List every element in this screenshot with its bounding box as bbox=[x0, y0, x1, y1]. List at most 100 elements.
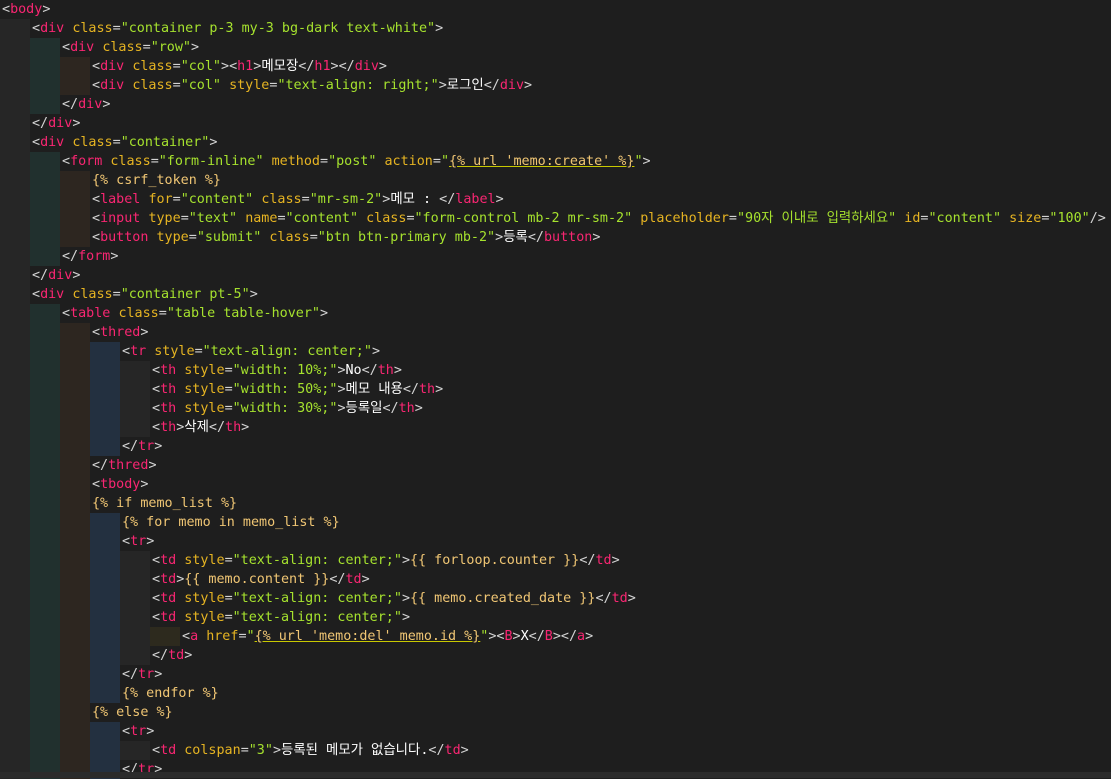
indent-guide bbox=[30, 57, 60, 76]
indent-guide bbox=[30, 38, 60, 57]
indent-guide bbox=[30, 532, 60, 551]
indent-guide bbox=[90, 570, 120, 589]
indent-guide bbox=[0, 209, 30, 228]
indent-guide bbox=[0, 665, 30, 684]
code-line-text: <th style="width: 10%;">No</th> bbox=[152, 363, 402, 378]
code-line-text: <div class="row"> bbox=[62, 40, 200, 55]
indent-guide bbox=[30, 228, 60, 247]
code-line[interactable]: </div> bbox=[0, 95, 1111, 114]
code-line[interactable]: <td>{{ memo.content }}</td> bbox=[0, 570, 1111, 589]
indent-guide bbox=[0, 304, 30, 323]
code-line[interactable]: {% else %} bbox=[0, 703, 1111, 722]
indent-guide bbox=[60, 171, 90, 190]
code-line-text: <div class="container pt-5"> bbox=[32, 287, 258, 302]
code-line[interactable]: {% if memo_list %} bbox=[0, 494, 1111, 513]
code-line[interactable]: <th style="width: 30%;">등록일</th> bbox=[0, 399, 1111, 418]
indent-guide bbox=[0, 741, 30, 760]
indent-guide bbox=[90, 532, 120, 551]
indent-guide bbox=[60, 76, 90, 95]
indent-guide bbox=[120, 646, 150, 665]
code-line[interactable]: <body> bbox=[0, 0, 1111, 19]
code-line[interactable]: <div class="container p-3 my-3 bg-dark t… bbox=[0, 19, 1111, 38]
indent-guide bbox=[30, 437, 60, 456]
code-line[interactable]: {% for memo in memo_list %} bbox=[0, 513, 1111, 532]
code-line[interactable]: <input type="text" name="content" class=… bbox=[0, 209, 1111, 228]
indent-guide bbox=[30, 703, 60, 722]
code-line[interactable]: <td colspan="3">등록된 메모가 없습니다.</td> bbox=[0, 741, 1111, 760]
code-line[interactable]: <div class="container"> bbox=[0, 133, 1111, 152]
code-line-text: <tr> bbox=[122, 534, 155, 549]
code-line-text: <div class="col"><h1>메모장</h1></div> bbox=[92, 59, 387, 74]
code-line-text: <tbody> bbox=[92, 477, 149, 492]
indent-guide bbox=[60, 703, 90, 722]
indent-guide bbox=[30, 399, 60, 418]
indent-guide bbox=[0, 266, 30, 285]
code-line-text: <td style="text-align: center;">{{ forlo… bbox=[152, 553, 620, 568]
code-line[interactable]: <tr> bbox=[0, 532, 1111, 551]
editor-bottom-scrollbar[interactable] bbox=[0, 772, 1111, 778]
code-line[interactable]: <tr style="text-align: center;"> bbox=[0, 342, 1111, 361]
indent-guide bbox=[0, 418, 30, 437]
code-line-text: </div> bbox=[62, 97, 111, 112]
code-line[interactable]: {% csrf_token %} bbox=[0, 171, 1111, 190]
code-line[interactable]: <th>삭제</th> bbox=[0, 418, 1111, 437]
code-line[interactable]: </thred> bbox=[0, 456, 1111, 475]
code-line[interactable]: <div class="row"> bbox=[0, 38, 1111, 57]
code-line[interactable]: <button type="submit" class="btn btn-pri… bbox=[0, 228, 1111, 247]
code-line[interactable]: <div class="col"><h1>메모장</h1></div> bbox=[0, 57, 1111, 76]
indent-guide bbox=[90, 646, 120, 665]
code-line[interactable]: </form> bbox=[0, 247, 1111, 266]
code-line[interactable]: <div class="container pt-5"> bbox=[0, 285, 1111, 304]
indent-guide bbox=[30, 361, 60, 380]
code-line[interactable]: <label for="content" class="mr-sm-2">메모 … bbox=[0, 190, 1111, 209]
indent-guide bbox=[90, 627, 120, 646]
code-line-text: <thred> bbox=[92, 325, 149, 340]
code-line[interactable]: <tr> bbox=[0, 722, 1111, 741]
indent-guide bbox=[90, 513, 120, 532]
indent-guide bbox=[30, 76, 60, 95]
indent-guide bbox=[30, 627, 60, 646]
code-line-text: </div> bbox=[32, 268, 81, 283]
indent-guide bbox=[0, 114, 30, 133]
code-area[interactable]: <body> <div class="container p-3 my-3 bg-… bbox=[0, 0, 1111, 779]
code-line-text: <div class="col" style="text-align: righ… bbox=[92, 78, 533, 93]
code-line[interactable]: {% endfor %} bbox=[0, 684, 1111, 703]
indent-guide bbox=[90, 437, 120, 456]
code-line-text: {% for memo in memo_list %} bbox=[122, 515, 340, 530]
indent-guide bbox=[60, 570, 90, 589]
indent-guide bbox=[120, 741, 150, 760]
code-line[interactable]: <th style="width: 50%;">메모 내용</th> bbox=[0, 380, 1111, 399]
code-line[interactable]: </tr> bbox=[0, 665, 1111, 684]
indent-guide bbox=[0, 399, 30, 418]
indent-guide bbox=[60, 475, 90, 494]
code-line[interactable]: <a href="{% url 'memo:del' memo.id %}"><… bbox=[0, 627, 1111, 646]
indent-guide bbox=[0, 380, 30, 399]
indent-guide bbox=[90, 589, 120, 608]
indent-guide bbox=[60, 532, 90, 551]
code-line[interactable]: <form class="form-inline" method="post" … bbox=[0, 152, 1111, 171]
indent-guide bbox=[30, 342, 60, 361]
code-line[interactable]: </td> bbox=[0, 646, 1111, 665]
code-line[interactable]: <td style="text-align: center;">{{ forlo… bbox=[0, 551, 1111, 570]
code-line[interactable]: </div> bbox=[0, 114, 1111, 133]
code-line[interactable]: <th style="width: 10%;">No</th> bbox=[0, 361, 1111, 380]
code-line[interactable]: <table class="table table-hover"> bbox=[0, 304, 1111, 323]
indent-guide bbox=[0, 228, 30, 247]
code-line[interactable]: </div> bbox=[0, 266, 1111, 285]
indent-guide bbox=[0, 342, 30, 361]
code-line[interactable]: <thred> bbox=[0, 323, 1111, 342]
indent-guide bbox=[60, 57, 90, 76]
code-line[interactable]: <td style="text-align: center;"> bbox=[0, 608, 1111, 627]
indent-guide bbox=[0, 646, 30, 665]
code-line[interactable]: <div class="col" style="text-align: righ… bbox=[0, 76, 1111, 95]
code-editor[interactable]: <body> <div class="container p-3 my-3 bg-… bbox=[0, 0, 1111, 779]
code-line[interactable]: </tr> bbox=[0, 437, 1111, 456]
indent-guide bbox=[0, 551, 30, 570]
indent-guide bbox=[30, 95, 60, 114]
code-line[interactable]: <td style="text-align: center;">{{ memo.… bbox=[0, 589, 1111, 608]
code-line[interactable]: <tbody> bbox=[0, 475, 1111, 494]
indent-guide bbox=[120, 551, 150, 570]
indent-guide bbox=[120, 608, 150, 627]
indent-guide bbox=[60, 380, 90, 399]
indent-guide bbox=[60, 513, 90, 532]
